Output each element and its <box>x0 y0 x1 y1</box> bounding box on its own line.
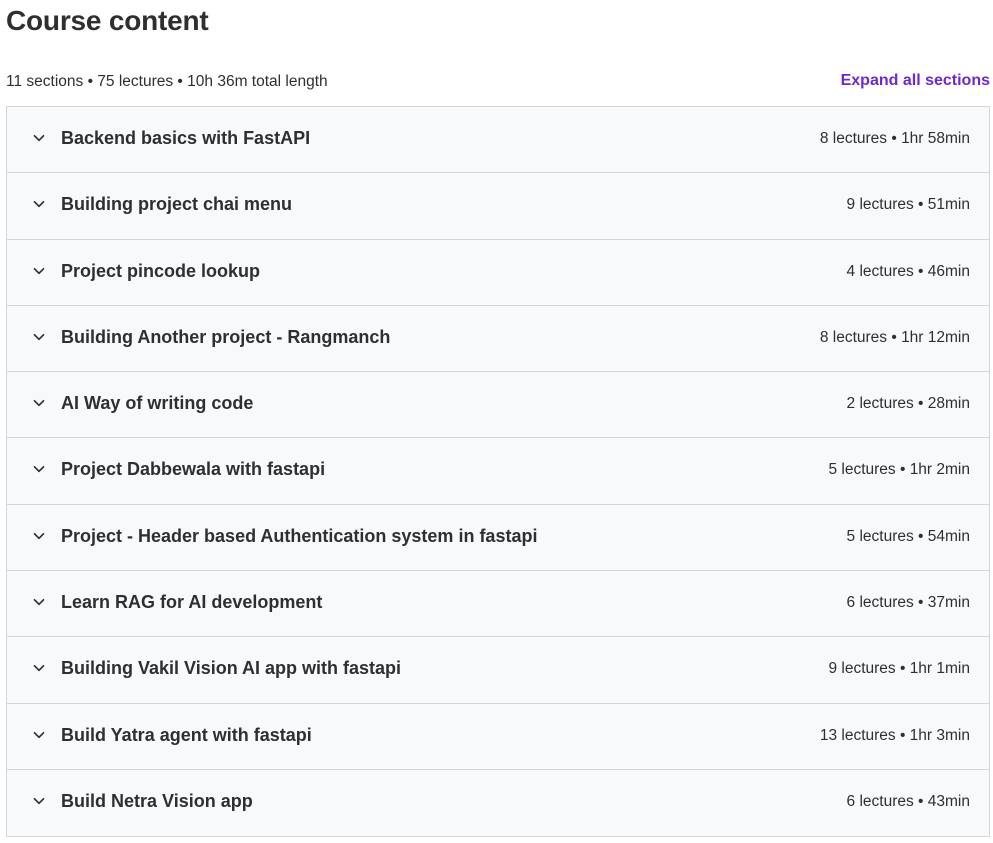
section-meta: 6 lectures • 37min <box>846 594 970 612</box>
section-meta: 4 lectures • 46min <box>846 262 970 280</box>
chevron-down-icon[interactable] <box>32 462 46 476</box>
section-meta: 13 lectures • 1hr 3min <box>819 726 970 744</box>
section-meta: 8 lectures • 1hr 12min <box>819 328 970 346</box>
chevron-down-icon[interactable] <box>32 264 46 278</box>
section-panel-11[interactable]: Build Netra Vision app 6 lectures • 43mi… <box>7 769 989 837</box>
section-meta: 9 lectures • 51min <box>846 196 970 214</box>
chevron-down-icon[interactable] <box>32 131 46 145</box>
section-meta: 2 lectures • 28min <box>846 395 970 413</box>
chevron-down-icon[interactable] <box>32 794 46 808</box>
section-title: Building Vakil Vision AI app with fastap… <box>61 658 402 679</box>
section-panel-10[interactable]: Build Yatra agent with fastapi 13 lectur… <box>7 703 989 770</box>
section-meta: 5 lectures • 54min <box>846 527 970 545</box>
course-meta-row: 11 sections • 75 lectures • 10h 36m tota… <box>6 72 990 92</box>
section-panel-5[interactable]: AI Way of writing code 2 lectures • 28mi… <box>7 372 989 439</box>
section-panel-4[interactable]: Building Another project - Rangmanch 8 l… <box>7 305 989 373</box>
section-title: Project Dabbewala with fastapi <box>61 459 326 480</box>
section-title: AI Way of writing code <box>61 393 254 414</box>
chevron-down-icon[interactable] <box>32 330 46 344</box>
section-title: Build Yatra agent with fastapi <box>61 724 312 745</box>
section-panel-7[interactable]: Project - Header based Authentication sy… <box>7 504 989 572</box>
section-panel-8[interactable]: Learn RAG for AI development 6 lectures … <box>7 571 989 638</box>
page-title: Course content <box>6 5 209 36</box>
section-panel-9[interactable]: Building Vakil Vision AI app with fastap… <box>7 637 989 704</box>
section-title: Building project chai menu <box>61 194 293 215</box>
section-title: Build Netra Vision app <box>61 790 253 811</box>
chevron-down-icon[interactable] <box>32 529 46 543</box>
section-title: Learn RAG for AI development <box>61 592 323 613</box>
section-meta: 8 lectures • 1hr 58min <box>819 130 970 147</box>
section-meta: 9 lectures • 1hr 1min <box>828 660 970 678</box>
section-meta: 6 lectures • 43min <box>846 792 970 810</box>
section-list: Backend basics with FastAPI 8 lectures •… <box>6 106 990 838</box>
course-summary: 11 sections • 75 lectures • 10h 36m tota… <box>6 73 328 90</box>
section-panel-3[interactable]: Project pincode lookup 4 lectures • 46mi… <box>7 239 989 306</box>
section-title: Backend basics with FastAPI <box>61 128 311 148</box>
section-panel-1[interactable]: Backend basics with FastAPI 8 lectures •… <box>7 107 989 174</box>
section-title: Project - Header based Authentication sy… <box>61 525 538 546</box>
section-title: Project pincode lookup <box>61 260 261 281</box>
section-panel-6[interactable]: Project Dabbewala with fastapi 5 lecture… <box>7 438 989 505</box>
chevron-down-icon[interactable] <box>32 197 46 211</box>
chevron-down-icon[interactable] <box>32 595 46 609</box>
expand-all-sections-button[interactable]: Expand all sections <box>841 72 990 90</box>
section-title: Building Another project - Rangmanch <box>61 326 391 347</box>
chevron-down-icon[interactable] <box>32 661 46 675</box>
chevron-down-icon[interactable] <box>32 396 46 410</box>
chevron-down-icon[interactable] <box>32 728 46 742</box>
section-meta: 5 lectures • 1hr 2min <box>828 461 970 479</box>
section-panel-2[interactable]: Building project chai menu 9 lectures • … <box>7 173 989 240</box>
